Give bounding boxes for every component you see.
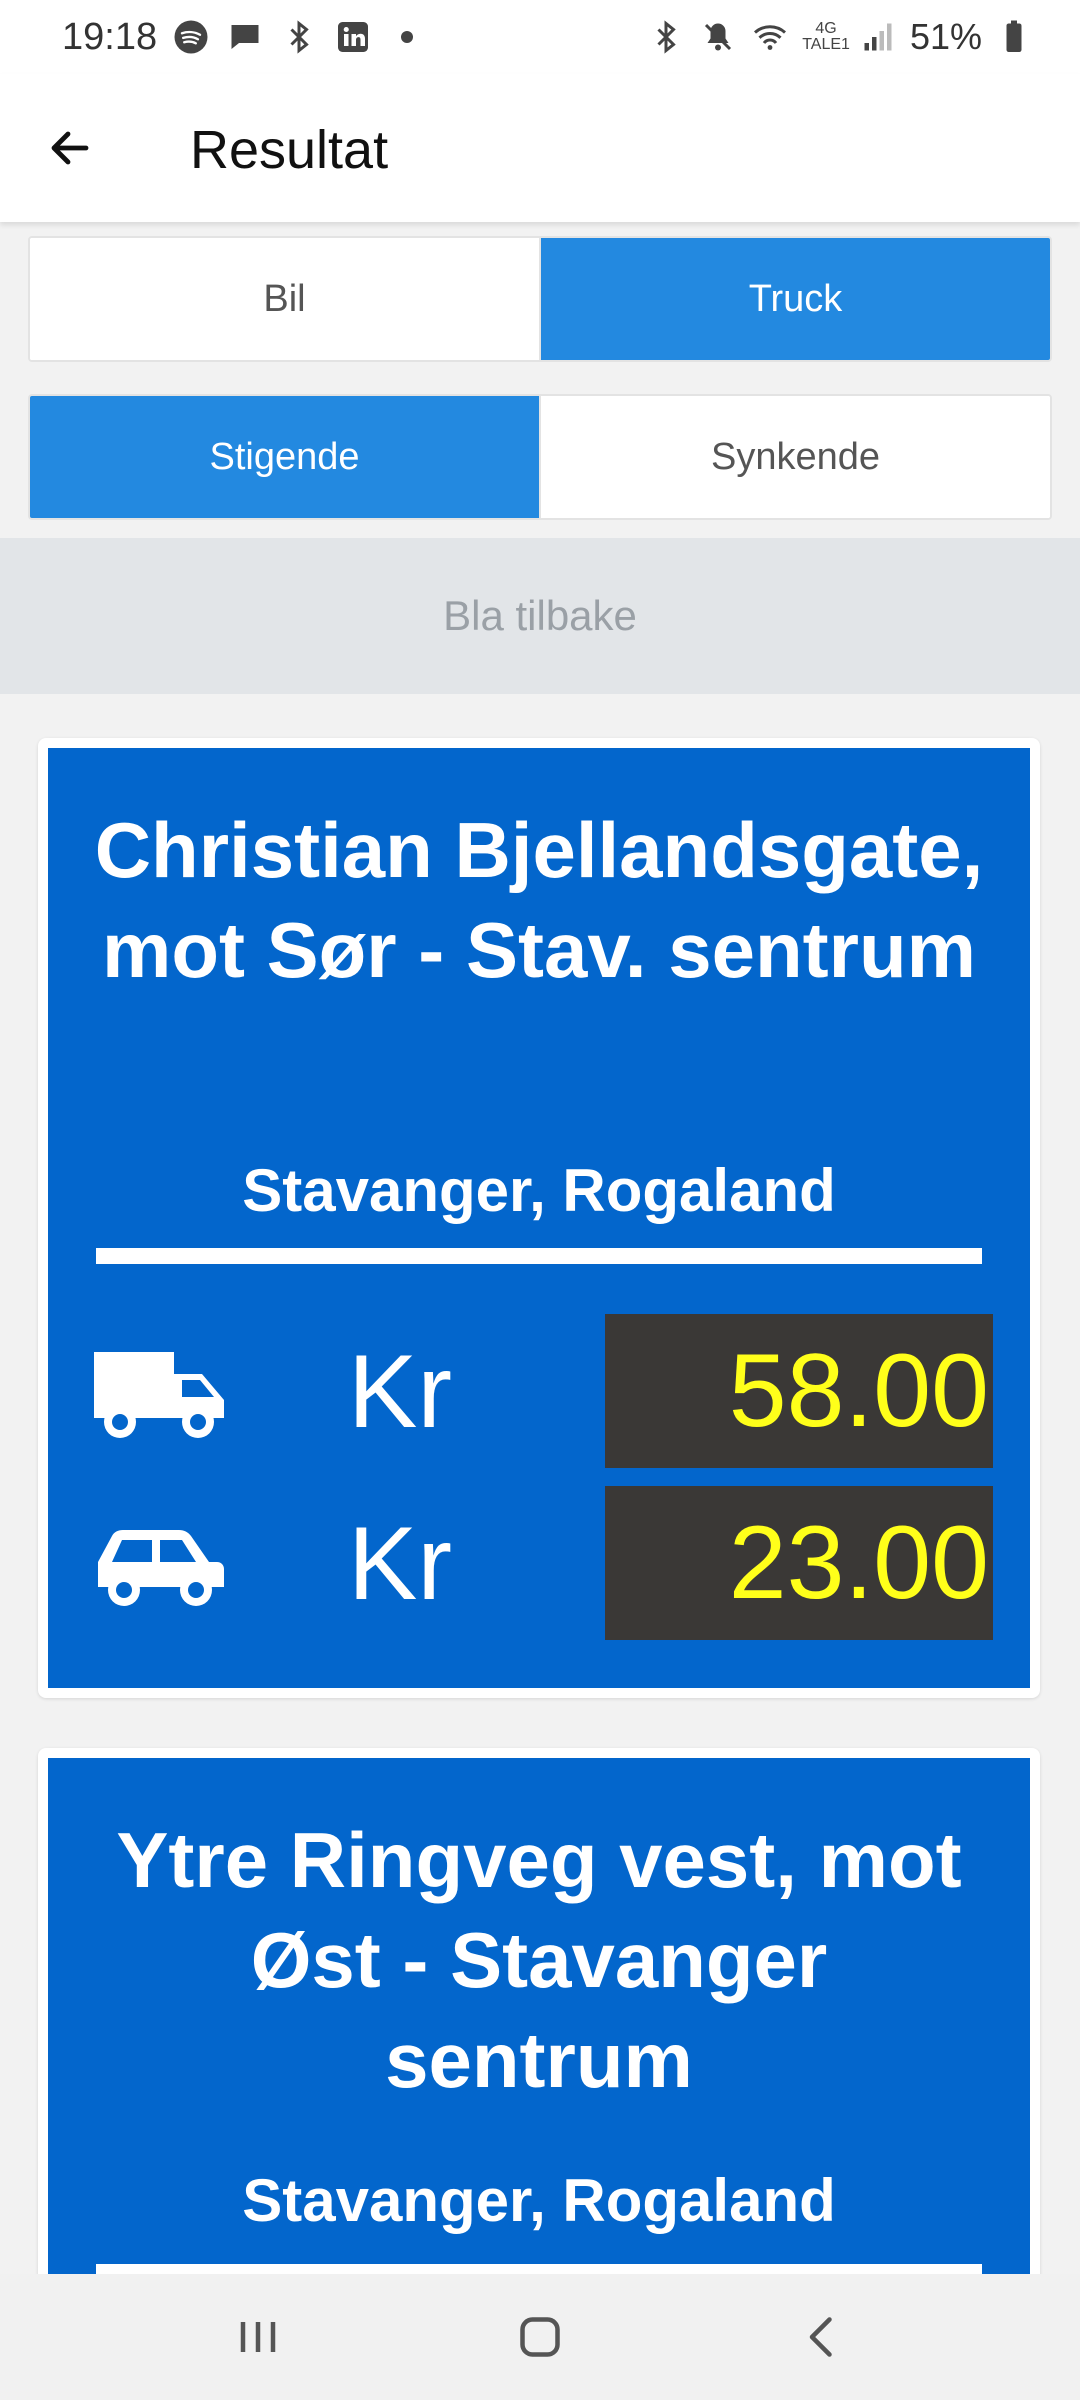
back-icon [809,2317,832,2357]
status-bar: 19:18 4G TALE1 51% [0,0,1080,74]
vehicle-option-truck[interactable]: Truck [539,238,1050,360]
network-label: 4G TALE1 [802,21,850,53]
home-icon [520,2317,560,2357]
bluetooth-icon [646,17,686,57]
price-row-truck: Kr 58.00 [48,1314,1030,1468]
battery-percent: 51% [909,16,982,57]
result-card[interactable]: Christian Bjellandsgate, mot Sør - Stav.… [38,738,1040,1698]
dot-icon [387,17,427,57]
browse-back-button[interactable]: Bla tilbake [0,538,1080,694]
battery-icon [994,17,1034,57]
bluetooth-icon [279,17,319,57]
wifi-icon [750,17,790,57]
price-value-car: 23.00 [605,1486,993,1640]
back-nav-button[interactable] [782,2302,862,2372]
network-bottom: TALE1 [802,36,850,53]
app-bar: Resultat [0,74,1080,222]
network-top: 4G [815,20,837,37]
sort-option-ascending[interactable]: Stigende [30,396,539,518]
navigation-bar [0,2274,1080,2400]
status-time: 19:18 [62,15,158,58]
sort-option-descending[interactable]: Synkende [539,396,1050,518]
arrow-left-icon [51,131,89,165]
result-location: Stavanger, Rogaland [242,2167,836,2234]
spotify-icon [171,17,211,57]
result-location: Stavanger, Rogaland [242,1157,836,1224]
recent-apps-button[interactable] [218,2302,298,2372]
message-icon [225,17,265,57]
vehicle-type-toggle: Bil Truck [28,236,1052,362]
price-row-car: Kr 23.00 [48,1486,1030,1640]
result-title: Christian Bjellandsgate, mot Sør - Stav.… [94,806,984,994]
truck-icon [90,1338,230,1448]
sort-order-toggle: Stigende Synkende [28,394,1052,520]
status-right: 4G TALE1 51% [646,14,1034,60]
price-value-truck: 58.00 [605,1314,993,1468]
result-card-body: Christian Bjellandsgate, mot Sør - Stav.… [48,748,1030,1688]
mute-icon [698,17,738,57]
status-left: 19:18 [62,14,427,60]
car-icon [90,1510,230,1620]
vehicle-option-bil[interactable]: Bil [30,238,539,360]
divider [96,1248,982,1264]
home-button[interactable] [500,2302,580,2372]
result-title: Ytre Ringveg vest, mot Øst - Stavanger s… [116,1816,962,2104]
linkedin-icon [333,17,373,57]
page-title: Resultat [190,120,389,180]
recent-apps-icon [240,2322,276,2352]
back-button[interactable] [34,112,106,184]
currency-label: Kr [348,1334,452,1450]
currency-label: Kr [348,1506,452,1622]
signal-icon [858,17,898,57]
